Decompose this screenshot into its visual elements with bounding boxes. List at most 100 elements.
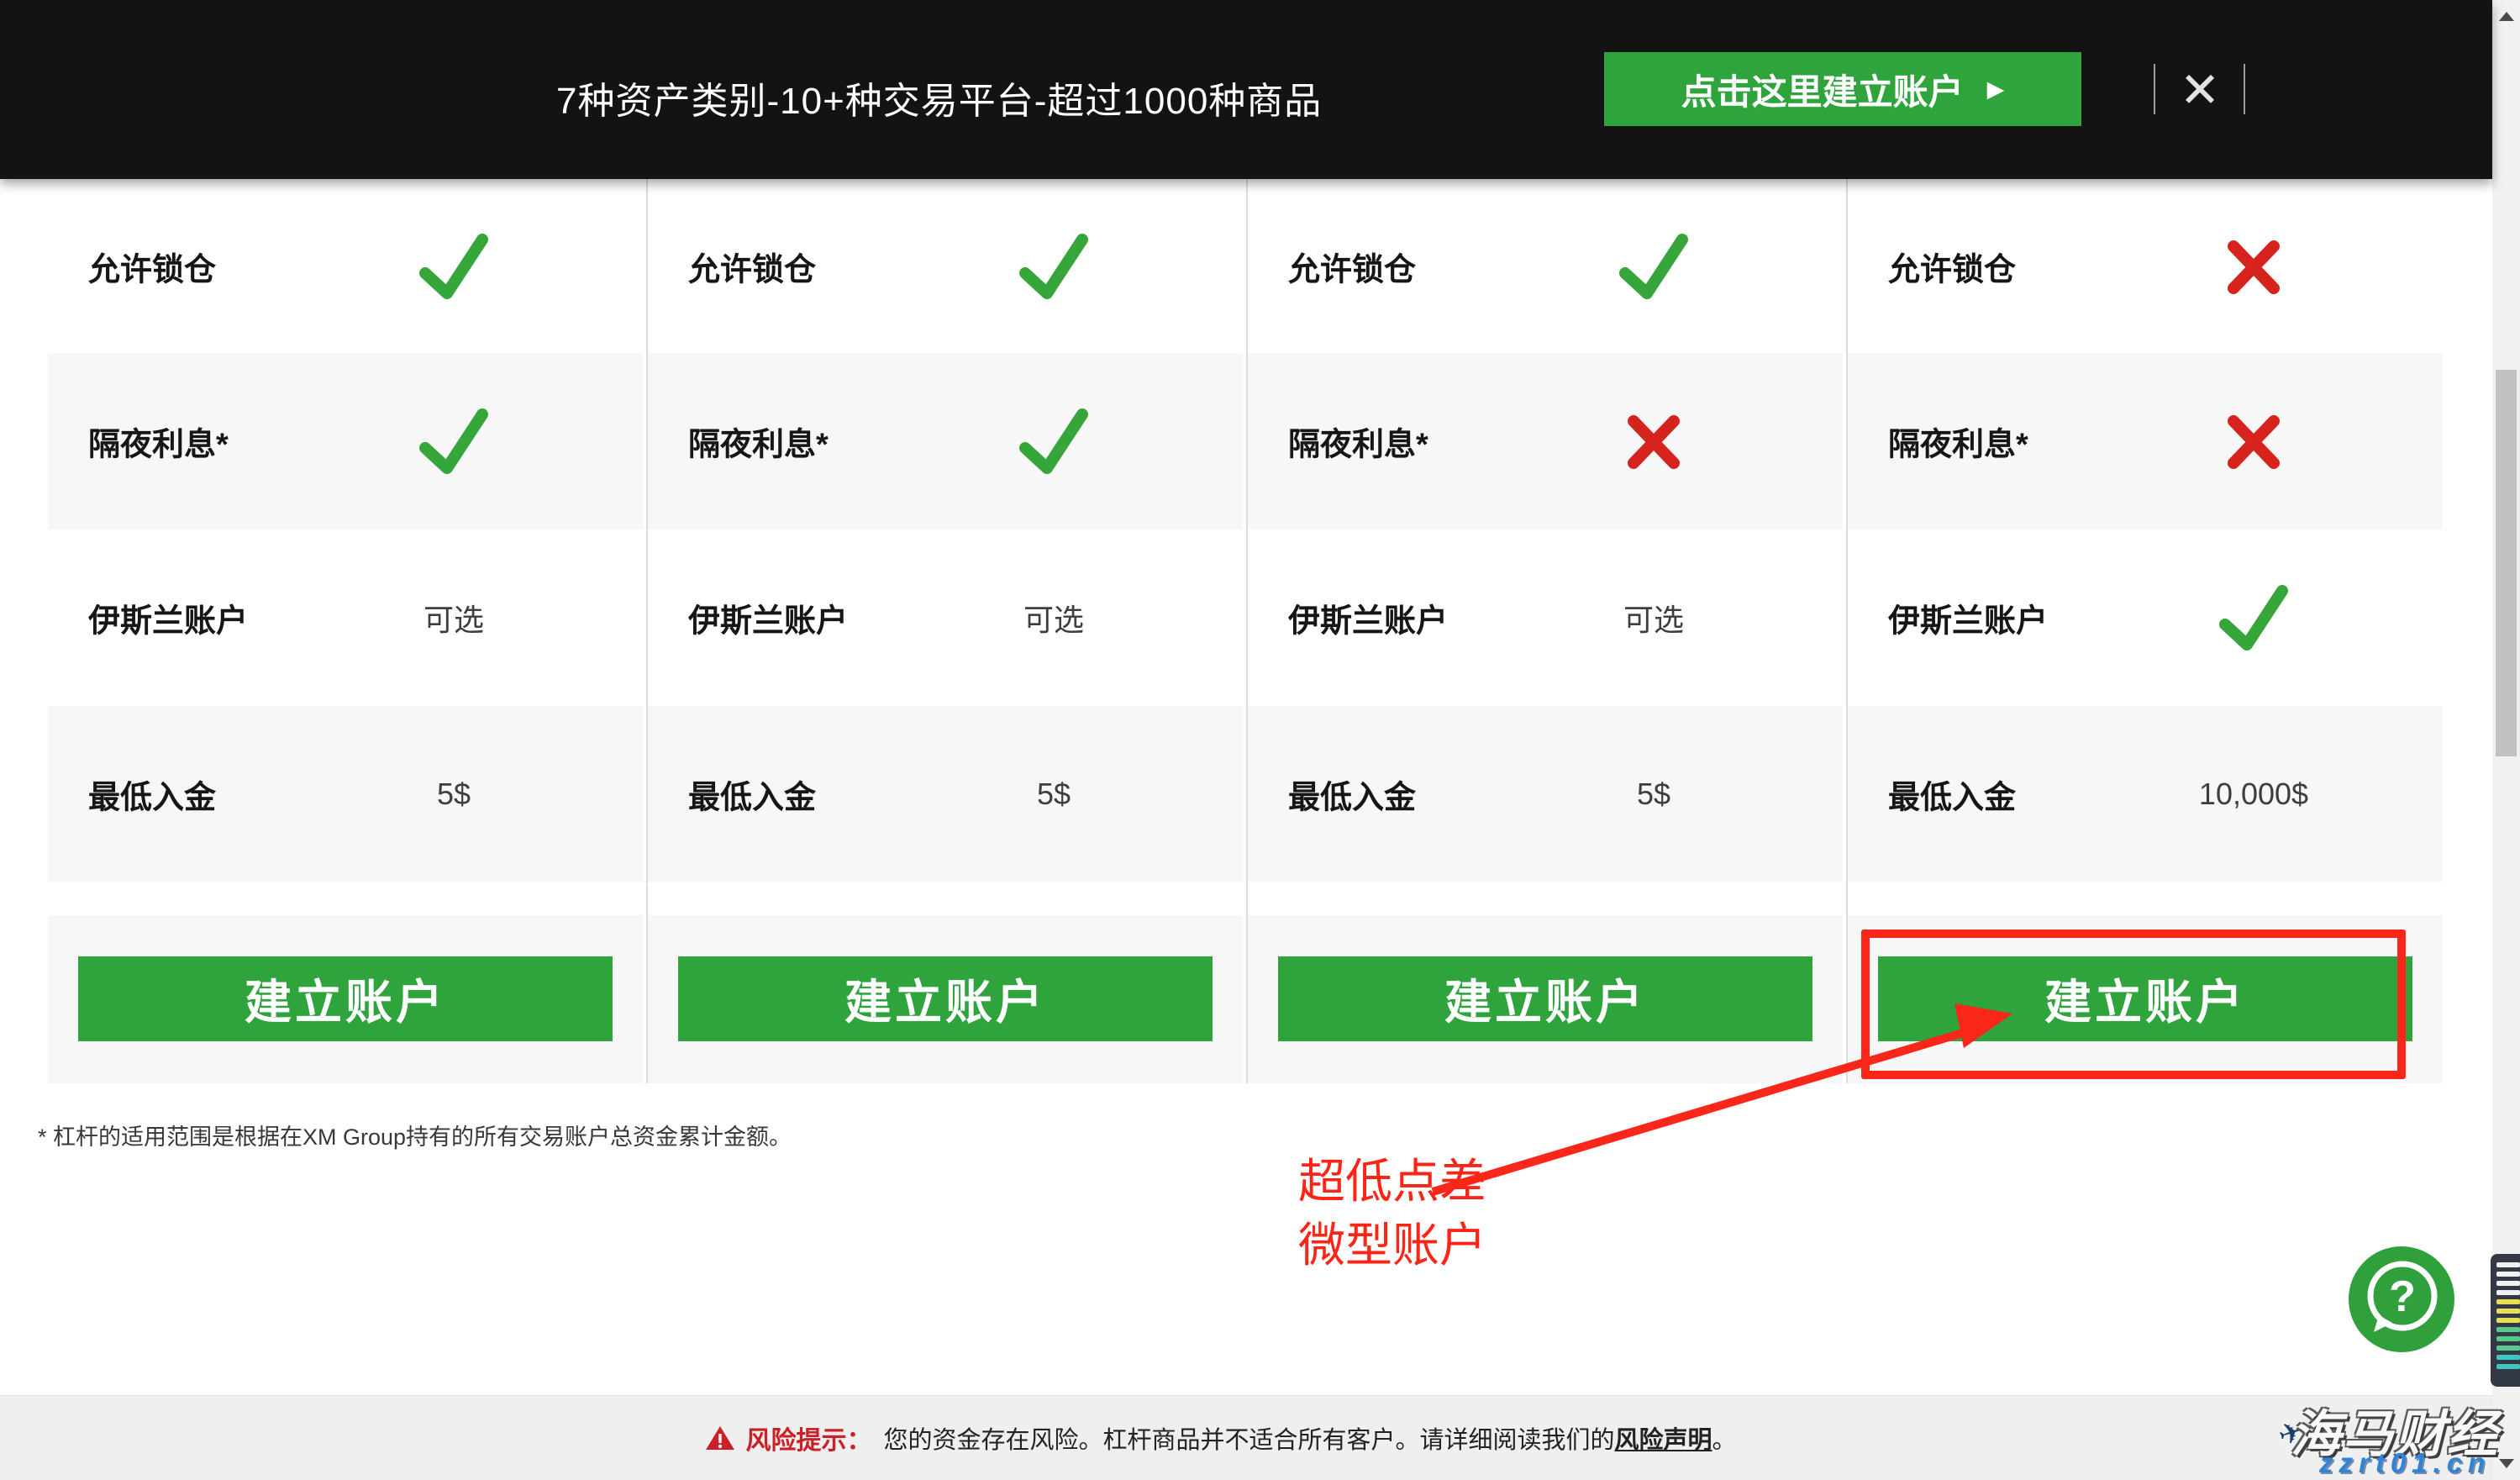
risk-warning-bar: 风险提示： 您的资金存在风险。杠杆商品并不适合所有客户。请详细阅读我们的 风险声…	[0, 1395, 2492, 1480]
table-row: 隔夜利息*	[1248, 353, 1843, 529]
table-row: 伊斯兰账户 可选	[1248, 529, 1843, 706]
row-label: 允许锁仓	[88, 252, 217, 287]
account-column-2: 允许锁仓 隔夜利息* 伊斯兰账户 可选 最低入金 5$ 建立账户	[648, 179, 1243, 1083]
row-label: 伊斯兰账户	[1888, 603, 2049, 640]
table-row: 最低入金 10,000$	[1848, 706, 2443, 882]
check-icon	[2219, 585, 2288, 650]
cell-value: 可选	[1623, 596, 1684, 640]
cell-value: 5$	[1037, 777, 1071, 812]
button-band: 建立账户	[1248, 915, 1843, 1083]
row-gap	[648, 882, 1243, 915]
divider	[2154, 64, 2155, 114]
create-account-cta-button[interactable]: 点击这里建立账户 ▶	[1604, 52, 2081, 126]
cross-icon	[2228, 415, 2280, 469]
row-gap	[1248, 882, 1843, 915]
watermark-logo-stripes	[2491, 1254, 2520, 1387]
svg-text:?: ?	[2389, 1272, 2416, 1321]
cell-value	[2215, 581, 2292, 655]
button-band: 建立账户	[648, 915, 1243, 1083]
column-divider	[646, 179, 648, 1083]
row-gap	[1848, 882, 2443, 915]
column-divider	[1246, 179, 1248, 1083]
scrollbar-down-arrow-icon[interactable]	[2499, 1459, 2514, 1468]
create-account-button[interactable]: 建立账户	[1878, 956, 2412, 1041]
create-account-button[interactable]: 建立账户	[1278, 956, 1812, 1041]
row-label: 最低入金	[1288, 780, 1417, 816]
create-account-button[interactable]: 建立账户	[678, 956, 1213, 1041]
table-row: 隔夜利息*	[648, 353, 1243, 529]
cell-text: 5$	[436, 777, 471, 811]
annotation-text: 超低点差 微型账户	[1298, 1150, 1486, 1277]
cell-value	[1622, 408, 1686, 475]
table-row: 允许锁仓	[48, 179, 643, 353]
xm-account-comparison-page: 7种资产类别-10+种交易平台-超过1000种商品 点击这里建立账户 ▶ ✕ 允…	[0, 0, 2520, 1480]
top-promo-bar: 7种资产类别-10+种交易平台-超过1000种商品 点击这里建立账户 ▶ ✕	[0, 0, 2492, 179]
watermark-url: zzrt01.cn	[2319, 1447, 2491, 1478]
table-row: 允许锁仓	[1248, 179, 1843, 353]
risk-warning-label: 风险提示：	[745, 1427, 872, 1455]
scrollbar-up-arrow-icon[interactable]	[2499, 12, 2514, 21]
cell-text: 可选	[1023, 603, 1085, 637]
row-label: 伊斯兰账户	[88, 603, 249, 640]
cell-value: 5$	[1637, 777, 1670, 812]
table-row: 伊斯兰账户	[1848, 529, 2443, 706]
row-label: 隔夜利息*	[1288, 427, 1428, 463]
cell-value	[415, 229, 492, 303]
button-band: 建立账户	[1848, 915, 2443, 1083]
row-label: 最低入金	[688, 780, 817, 816]
cell-text: 5$	[1636, 777, 1671, 811]
table-row: 允许锁仓	[648, 179, 1243, 353]
cell-value	[2222, 408, 2286, 475]
cell-value: 可选	[424, 596, 484, 640]
cell-text: 10,000$	[2198, 777, 2309, 811]
cross-icon	[1628, 415, 1680, 469]
cta-arrow-icon: ▶	[1986, 76, 2005, 102]
divider	[2244, 64, 2245, 114]
table-row: 伊斯兰账户 可选	[48, 529, 643, 706]
cell-value	[2222, 233, 2286, 300]
question-bubble-icon: ?	[2367, 1261, 2438, 1332]
check-icon	[1019, 408, 1088, 474]
cell-value: 5$	[437, 777, 471, 812]
row-label: 最低入金	[1888, 780, 2017, 816]
cell-value	[415, 404, 492, 478]
row-label: 最低入金	[88, 780, 217, 816]
table-row: 伊斯兰账户 可选	[648, 529, 1243, 706]
cell-value	[1015, 404, 1092, 478]
annotation-line-2: 微型账户	[1298, 1219, 1486, 1272]
account-column-3: 允许锁仓 隔夜利息* 伊斯兰账户 可选 最低入金 5$ 建立账户	[1248, 179, 1843, 1083]
button-band: 建立账户	[48, 915, 643, 1083]
row-label: 隔夜利息*	[688, 427, 829, 463]
cell-value: 10,000$	[2199, 777, 2308, 812]
leverage-footnote: * 杠杆的适用范围是根据在XM Group持有的所有交易账户总资金累计金额。	[38, 1124, 792, 1150]
cell-value	[1015, 229, 1092, 303]
create-account-button[interactable]: 建立账户	[78, 956, 613, 1041]
warning-triangle-icon	[706, 1426, 735, 1450]
risk-warning-text: 您的资金存在风险。杠杆商品并不适合所有客户。请详细阅读我们的	[883, 1427, 1615, 1454]
row-gap	[48, 882, 643, 915]
row-label: 伊斯兰账户	[1288, 603, 1449, 640]
account-column-1: 允许锁仓 隔夜利息* 伊斯兰账户 可选 最低入金 5$ 建立账户	[48, 179, 643, 1083]
cell-text: 可选	[423, 603, 485, 637]
help-chat-button[interactable]: ?	[2349, 1246, 2454, 1352]
close-icon[interactable]: ✕	[2168, 52, 2232, 128]
column-divider	[1846, 179, 1848, 1083]
risk-statement-link[interactable]: 风险声明	[1614, 1420, 1712, 1456]
cell-value: 可选	[1023, 596, 1084, 640]
check-icon	[1019, 233, 1088, 299]
scrollbar-thumb[interactable]	[2496, 370, 2517, 756]
row-label: 隔夜利息*	[88, 427, 229, 463]
cta-label: 点击这里建立账户	[1681, 71, 1964, 112]
cell-value	[1615, 229, 1692, 303]
cross-icon	[2228, 240, 2280, 294]
table-row: 最低入金 5$	[1248, 706, 1843, 882]
annotation-line-1: 超低点差	[1298, 1155, 1486, 1208]
cell-text: 可选	[1623, 603, 1685, 637]
row-label: 隔夜利息*	[1888, 427, 2028, 463]
table-row: 隔夜利息*	[1848, 353, 2443, 529]
table-row: 最低入金 5$	[648, 706, 1243, 882]
check-icon	[419, 233, 488, 299]
check-icon	[1619, 233, 1688, 299]
risk-warning-suffix: 。	[1712, 1427, 1737, 1454]
table-row: 允许锁仓	[1848, 179, 2443, 353]
